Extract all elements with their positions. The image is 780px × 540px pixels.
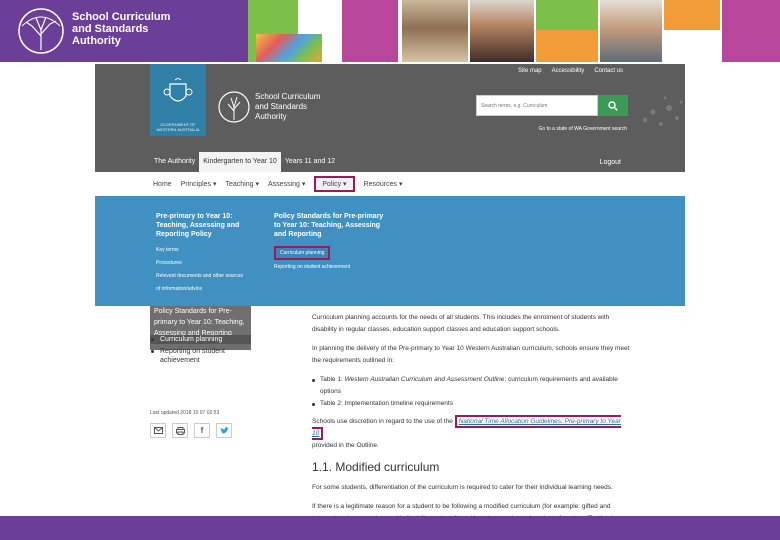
printer-icon: [175, 426, 185, 435]
mega-link-curriculum-planning[interactable]: Curriculum planning: [274, 246, 331, 260]
slide-banner: School Curriculum and Standards Authorit…: [0, 0, 780, 62]
list-item: Table 1: Western Australian Curriculum a…: [312, 374, 632, 398]
site-map-link[interactable]: Site map: [518, 68, 542, 74]
decorative-dots-icon: [643, 96, 683, 126]
banner-org-line-3: Authority: [72, 35, 121, 47]
utility-links: Site map Accessibility Contact us: [508, 68, 623, 74]
banner-photo-student: [600, 0, 662, 62]
twitter-bird-icon: [220, 426, 229, 434]
section-heading-modified-curriculum: 1.1. Modified curriculum: [312, 460, 440, 474]
wa-government-crest[interactable]: GOVERNMENT OF WESTERN AUSTRALIA: [150, 64, 206, 136]
chevron-down-icon: ▾: [301, 181, 306, 188]
website-screenshot: GOVERNMENT OF WESTERN AUSTRALIA School C…: [95, 64, 685, 516]
search-button[interactable]: [598, 95, 628, 116]
tab-the-authority[interactable]: The Authority: [150, 152, 199, 172]
accessibility-link[interactable]: Accessibility: [552, 68, 585, 74]
nav-home[interactable]: Home: [153, 181, 172, 188]
paragraph-curriculum-planning: Curriculum planning accounts for the nee…: [312, 314, 610, 333]
government-search-link[interactable]: Go to a state of WA Government search: [539, 126, 627, 132]
mega-column-standards: Policy Standards for Pre-primary to Year…: [274, 212, 384, 270]
nav-teaching[interactable]: Teaching ▾: [226, 180, 260, 188]
banner-org-name: School Curriculum and Standards Authorit…: [72, 11, 242, 47]
bullet-1-prefix: Table 1:: [320, 376, 345, 383]
paragraph-planning-delivery: In planning the delivery of the Pre-prim…: [312, 345, 630, 364]
banner-tile-orange: [536, 30, 598, 62]
chevron-down-icon: ▾: [343, 181, 347, 188]
mega-link-procedures[interactable]: Procedures: [156, 260, 264, 266]
banner-photo-teacher: [470, 0, 534, 62]
sidebar-nav: Curriculum planning Reporting on student…: [150, 335, 251, 368]
banner-photo-children: [402, 0, 468, 62]
nav-principles[interactable]: Principles ▾: [181, 180, 217, 188]
banner-org-line-1: School Curriculum: [72, 11, 171, 23]
mega-link-relevant-documents-cont[interactable]: of information/advice: [156, 286, 264, 292]
mega-link-relevant-documents[interactable]: Relevant documents and other sources: [156, 273, 264, 279]
sidebar-item-curriculum-planning[interactable]: Curriculum planning: [150, 335, 251, 344]
main-content: Curriculum planning accounts for the nee…: [312, 312, 632, 516]
chevron-down-icon: ▾: [255, 181, 260, 188]
nav-assessing[interactable]: Assessing ▾: [268, 180, 305, 188]
tab-years-11-and-12[interactable]: Years 11 and 12: [281, 152, 339, 172]
time-allocation-prefix: Schools use discretion in regard to the …: [312, 418, 455, 425]
facebook-share-button[interactable]: f: [194, 423, 210, 438]
nav-assessing-label: Assessing: [268, 181, 300, 188]
list-item: Table 2: Implementation timeline require…: [312, 398, 632, 410]
mega-link-key-terms[interactable]: Key terms: [156, 247, 264, 253]
outline-title-italic: Western Australian Curriculum and Assess…: [344, 376, 505, 383]
site-header: GOVERNMENT OF WESTERN AUSTRALIA School C…: [95, 64, 685, 172]
nav-policy-label: Policy: [322, 181, 342, 188]
nav-teaching-label: Teaching: [225, 181, 254, 188]
requirements-list: Table 1: Western Australian Curriculum a…: [312, 374, 632, 410]
banner-brand-panel: School Curriculum and Standards Authorit…: [0, 0, 248, 62]
site-tree-logo-icon[interactable]: [217, 90, 251, 124]
banner-photo-hands: [256, 34, 322, 62]
coat-of-arms-icon: [163, 78, 193, 102]
contact-us-link[interactable]: Contact us: [594, 68, 623, 74]
primary-tabs: The Authority Kindergarten to Year 10 Ye…: [150, 152, 339, 172]
envelope-icon: [153, 427, 163, 434]
nav-policy[interactable]: Policy ▾: [314, 176, 355, 192]
banner-org-line-2: and Standards: [72, 23, 149, 35]
banner-tile-magenta: [342, 0, 398, 62]
paragraph-time-allocation: Schools use discretion in regard to the …: [312, 415, 632, 452]
email-share-button[interactable]: [150, 423, 166, 438]
search-input[interactable]: [476, 95, 598, 116]
site-name-line-1: School Curriculum: [255, 92, 321, 101]
site-name-line-2: and Standards: [255, 102, 308, 111]
paragraph-differentiation: For some students, differentiation of th…: [312, 484, 613, 491]
mega-column-policy: Pre-primary to Year 10: Teaching, Assess…: [156, 212, 264, 292]
sidebar-item-reporting[interactable]: Reporting on student achievement: [150, 347, 251, 365]
twitter-share-button[interactable]: [216, 423, 232, 438]
facebook-icon: f: [200, 426, 204, 435]
logout-link[interactable]: Logout: [600, 159, 621, 166]
banner-tile-green-2: [536, 0, 598, 30]
search-icon: [608, 100, 618, 111]
site-org-name[interactable]: School Curriculum and Standards Authorit…: [255, 92, 355, 122]
mega-link-reporting[interactable]: Reporting on student achievement: [274, 264, 384, 270]
secondary-nav: Home Principles ▾ Teaching ▾ Assessing ▾…: [95, 172, 685, 196]
mega-heading-standards[interactable]: Policy Standards for Pre-primary to Year…: [274, 212, 384, 239]
slide-footer-band: [0, 516, 780, 540]
tree-logo-icon: [18, 8, 64, 54]
nav-resources[interactable]: Resources ▾: [364, 180, 403, 188]
chevron-down-icon: ▾: [398, 181, 403, 188]
tab-kindergarten-to-year-10[interactable]: Kindergarten to Year 10: [199, 152, 281, 172]
slide: School Curriculum and Standards Authorit…: [0, 0, 780, 540]
paragraph-modified-curriculum-reason: If there is a legitimate reason for a st…: [312, 503, 625, 516]
banner-tile-orange-2: [664, 0, 720, 30]
crest-caption: GOVERNMENT OF WESTERN AUSTRALIA: [156, 122, 200, 132]
banner-tile-magenta-2: [722, 0, 780, 62]
time-allocation-suffix: provided in the Outline.: [312, 442, 379, 449]
last-updated-text: Last updated 2018 10 07 02:53: [150, 410, 220, 416]
site-name-line-3: Authority: [255, 112, 287, 121]
mega-heading-policy[interactable]: Pre-primary to Year 10: Teaching, Assess…: [156, 212, 264, 239]
nav-principles-label: Principles: [180, 181, 212, 188]
chevron-down-icon: ▾: [213, 181, 217, 188]
print-button[interactable]: [172, 423, 188, 438]
share-toolbar: f: [150, 423, 238, 438]
nav-resources-label: Resources: [363, 181, 398, 188]
policy-mega-menu: Pre-primary to Year 10: Teaching, Assess…: [95, 196, 685, 306]
